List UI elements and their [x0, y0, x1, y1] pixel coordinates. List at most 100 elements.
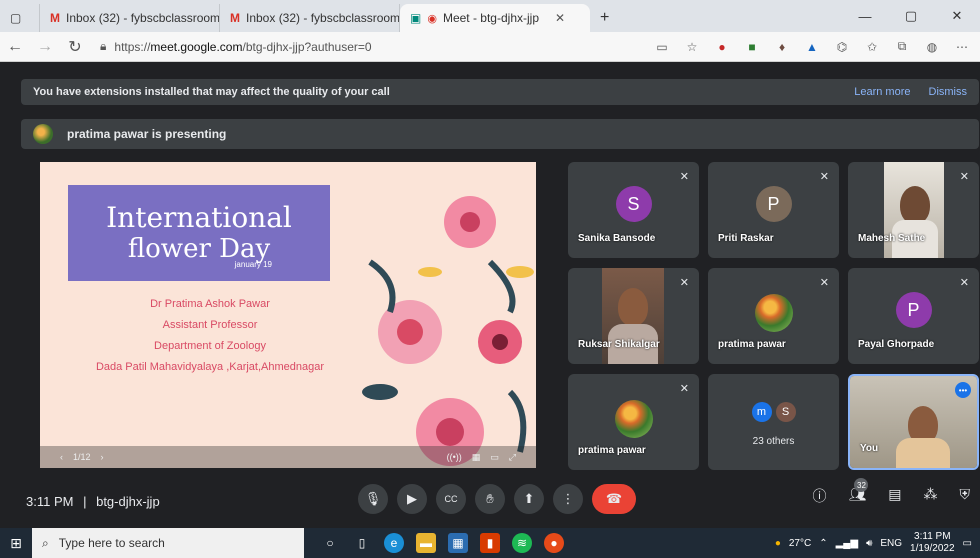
- forward-icon[interactable]: →: [30, 38, 60, 56]
- camera-button[interactable]: ▶: [397, 484, 427, 514]
- volume-icon[interactable]: 🔊︎: [866, 538, 872, 549]
- participant-tile-payal[interactable]: ✕ P Payal Ghorpade: [848, 268, 979, 364]
- extension-icon[interactable]: ♦: [774, 39, 790, 55]
- gmail-icon: M: [230, 11, 240, 25]
- extension-icon[interactable]: ▲: [804, 39, 820, 55]
- captions-button[interactable]: CC: [436, 484, 466, 514]
- grid-icon[interactable]: ▦: [472, 452, 481, 463]
- browser-tabstrip: ▢ M Inbox (32) - fybscbclassroom@d ✕ M I…: [0, 0, 980, 32]
- tab-gmail-2[interactable]: M Inbox (32) - fybscbclassroom@d ✕: [220, 4, 400, 32]
- dismiss-button[interactable]: Dismiss: [929, 86, 968, 98]
- mic-off-icon: ✕: [959, 171, 969, 183]
- spotify-icon[interactable]: ≋: [512, 533, 532, 553]
- side-controls: ⓘ 👥︎ 32 ▤ ⁂ ⛨: [812, 478, 971, 506]
- participant-tile-mahesh[interactable]: ✕ Mahesh Sathe: [848, 162, 979, 258]
- tab-actions-icon[interactable]: ▢: [0, 4, 40, 32]
- taskbar-clock[interactable]: 3:11 PM 1/19/2022: [910, 531, 955, 555]
- others-tile[interactable]: m S 23 others: [708, 374, 839, 470]
- participant-tile-priti[interactable]: ✕ P Priti Raskar: [708, 162, 839, 258]
- leave-call-button[interactable]: ☎︎: [592, 484, 636, 514]
- more-icon[interactable]: ⋯: [954, 39, 970, 55]
- participant-tile-ruksar[interactable]: ✕ Ruksar Shikalgar: [568, 268, 699, 364]
- more-options-button[interactable]: ⋮: [553, 484, 583, 514]
- taskbar-search[interactable]: ⌕ Type here to search: [32, 528, 304, 558]
- meet-icon: ▣: [410, 11, 422, 25]
- caption-icon[interactable]: ▭: [490, 452, 499, 463]
- minimize-icon[interactable]: —: [842, 0, 888, 32]
- search-icon: ⌕: [42, 535, 49, 550]
- notifications-icon[interactable]: ▭: [963, 538, 972, 549]
- chat-button[interactable]: ▤: [888, 486, 901, 506]
- window-controls: — ▢ ✕: [842, 0, 980, 32]
- next-slide-icon[interactable]: ›: [101, 452, 104, 462]
- extensions-warning-banner: You have extensions installed that may a…: [21, 79, 979, 105]
- mic-off-icon: ✕: [679, 171, 689, 183]
- collections-icon[interactable]: ⧉: [894, 39, 910, 55]
- extension-icon[interactable]: ●: [714, 39, 730, 55]
- close-icon[interactable]: ✕: [555, 11, 565, 25]
- participants-badge: 32: [854, 478, 869, 492]
- avatar: [614, 400, 653, 438]
- address-bar: ← → ↻ 🔒︎ https://meet.google.com/btg-djh…: [0, 32, 980, 62]
- tab-gmail-1[interactable]: M Inbox (32) - fybscbclassroom@d ✕: [40, 4, 220, 32]
- close-window-icon[interactable]: ✕: [934, 0, 980, 32]
- participant-tile-pratima[interactable]: ✕ pratima pawar: [708, 268, 839, 364]
- presenting-bar: pratima pawar is presenting: [21, 119, 979, 149]
- info-button[interactable]: ⓘ: [812, 486, 826, 506]
- office-icon[interactable]: ▮: [480, 533, 500, 553]
- back-icon[interactable]: ←: [0, 38, 30, 56]
- learn-more-link[interactable]: Learn more: [854, 86, 910, 98]
- meeting-controls-bar: 3:11 PM | btg-djhx-jjp 🎙︎ ▶ CC ✋︎ ⬆ ⋮ ☎︎…: [0, 478, 980, 520]
- participant-tile-pratima-2[interactable]: ✕ pratima pawar: [568, 374, 699, 470]
- tray-chevron-icon[interactable]: ⌃: [819, 538, 827, 549]
- activities-button[interactable]: ⁂: [924, 486, 938, 506]
- raise-hand-button[interactable]: ✋︎: [475, 484, 505, 514]
- cortana-icon[interactable]: ○: [320, 533, 340, 553]
- avatar: S: [615, 186, 652, 222]
- extension-icon[interactable]: ■: [744, 39, 760, 55]
- profile-icon[interactable]: ◍: [924, 39, 940, 55]
- flower-decoration: [362, 196, 534, 466]
- file-explorer-icon[interactable]: ▬: [416, 533, 436, 553]
- app-icon[interactable]: ●: [544, 533, 564, 553]
- avatar: [754, 294, 793, 332]
- self-tile[interactable]: ••• You: [848, 374, 979, 470]
- reload-icon[interactable]: ↻: [60, 37, 90, 57]
- windows-start-icon[interactable]: ⊞: [0, 535, 32, 552]
- extensions-toolbar: ▭ ☆ ● ■ ♦ ▲ ⌬ ✩ ⧉ ◍ ⋯: [654, 39, 970, 55]
- present-button[interactable]: ⬆: [514, 484, 544, 514]
- mic-button[interactable]: 🎙︎: [358, 484, 388, 514]
- participant-tile-sanika[interactable]: ✕ S Sanika Bansode: [568, 162, 699, 258]
- extensions-puzzle-icon[interactable]: ⌬: [834, 39, 850, 55]
- task-view-icon[interactable]: ▯: [352, 533, 372, 553]
- windows-taskbar: ⊞ ⌕ Type here to search ○ ▯ e ▬ ▦ ▮ ≋ ● …: [0, 528, 980, 558]
- call-controls: 🎙︎ ▶ CC ✋︎ ⬆ ⋮ ☎︎: [358, 484, 636, 514]
- host-controls-button[interactable]: ⛨: [960, 486, 971, 506]
- avatar: P: [895, 292, 932, 328]
- presenter-avatar: [33, 124, 53, 144]
- fullscreen-icon[interactable]: ⤢: [509, 452, 516, 463]
- mic-off-icon: ✕: [819, 171, 829, 183]
- others-avatars: m S: [751, 402, 796, 422]
- camera-icon[interactable]: ▭: [654, 39, 670, 55]
- weather-icon[interactable]: ●: [775, 538, 781, 549]
- slide-body: Dr Pratima Ashok Pawar Assistant Profess…: [95, 298, 325, 373]
- network-icon[interactable]: ▂▄▆: [836, 538, 858, 549]
- favorites-bar-icon[interactable]: ✩: [864, 39, 880, 55]
- maximize-icon[interactable]: ▢: [888, 0, 934, 32]
- slide-controls: ‹ 1/12 › ((•)) ▦ ▭ ⤢: [40, 446, 536, 468]
- url-field[interactable]: 🔒︎ https://meet.google.com/btg-djhx-jjp?…: [100, 36, 640, 58]
- favorite-icon[interactable]: ☆: [684, 39, 700, 55]
- new-tab-button[interactable]: +: [590, 4, 619, 32]
- prev-slide-icon[interactable]: ‹: [60, 452, 63, 462]
- broadcast-icon[interactable]: ((•)): [447, 452, 462, 463]
- people-button[interactable]: 👥︎ 32: [848, 478, 869, 506]
- gmail-icon: M: [50, 11, 60, 25]
- recording-icon: ◉: [427, 12, 437, 25]
- mic-off-icon: ✕: [679, 277, 689, 289]
- edge-icon[interactable]: e: [384, 533, 404, 553]
- store-icon[interactable]: ▦: [448, 533, 468, 553]
- tab-meet[interactable]: ▣ ◉ Meet - btg-djhx-jjp ✕: [400, 4, 590, 32]
- system-tray: ● 27°C ⌃ ▂▄▆ 🔊︎ ENG 3:11 PM 1/19/2022 ▭: [774, 531, 972, 555]
- mic-off-icon: ✕: [679, 383, 689, 395]
